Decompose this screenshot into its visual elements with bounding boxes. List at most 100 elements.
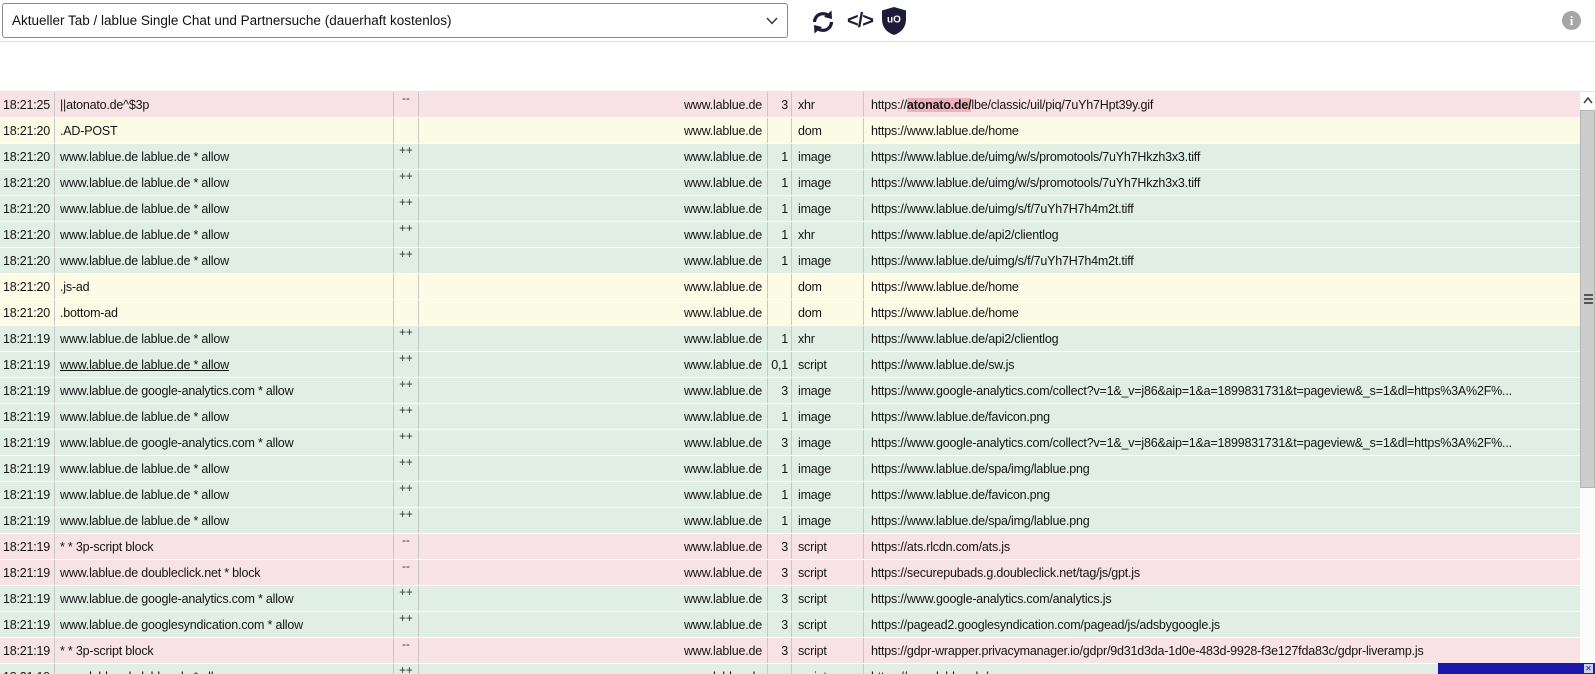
scrollbar-thumb[interactable] bbox=[1580, 110, 1595, 488]
cell-count: 1 bbox=[768, 144, 792, 169]
cell-filter: .js-ad bbox=[55, 274, 394, 299]
cell-url: https://www.google-analytics.com/collect… bbox=[864, 378, 1580, 403]
log-row[interactable]: 18:21:20www.lablue.de lablue.de * allow+… bbox=[0, 196, 1580, 222]
log-row[interactable]: 18:21:20.AD-POSTwww.lablue.dedomhttps://… bbox=[0, 118, 1580, 144]
cell-domain: www.lablue.de bbox=[419, 560, 768, 585]
cell-filter: www.lablue.de lablue.de * allow bbox=[55, 508, 394, 533]
cell-count: 3 bbox=[768, 430, 792, 455]
tab-selector[interactable]: Aktueller Tab / lablue Single Chat und P… bbox=[2, 3, 788, 38]
filter-rule-text: * * 3p-script block bbox=[60, 644, 153, 658]
cell-time: 18:21:25 bbox=[0, 92, 55, 117]
log-row[interactable]: 18:21:19www.lablue.de google-analytics.c… bbox=[0, 430, 1580, 456]
cell-time: 18:21:19 bbox=[0, 352, 55, 377]
url-prefix: https:// bbox=[871, 98, 907, 112]
log-row[interactable]: 18:21:19www.lablue.de googlesyndication.… bbox=[0, 612, 1580, 638]
cell-count: 1 bbox=[768, 508, 792, 533]
cell-indicator: -- bbox=[394, 534, 419, 559]
cell-url: https://www.google-analytics.com/analyti… bbox=[864, 586, 1580, 611]
cell-url: https://ats.rlcdn.com/ats.js bbox=[864, 534, 1580, 559]
cell-filter: www.lablue.de lablue.de * allow bbox=[55, 352, 394, 377]
cell-type: image bbox=[792, 378, 864, 403]
log-row[interactable]: 18:21:19www.lablue.de doubleclick.net * … bbox=[0, 560, 1580, 586]
cell-filter: www.lablue.de google-analytics.com * all… bbox=[55, 586, 394, 611]
log-row[interactable]: 18:21:19www.lablue.de lablue.de * allow+… bbox=[0, 404, 1580, 430]
log-rows: 18:21:25||atonato.de^$3p--www.lablue.de3… bbox=[0, 92, 1580, 674]
cell-url: https://atonato.de/lbe/classic/uil/piq/7… bbox=[864, 92, 1580, 117]
filter-rule-text: .js-ad bbox=[60, 280, 89, 294]
log-row[interactable]: 18:21:19www.lablue.de google-analytics.c… bbox=[0, 378, 1580, 404]
cell-filter: www.lablue.de googlesyndication.com * al… bbox=[55, 612, 394, 637]
cell-time: 18:21:20 bbox=[0, 248, 55, 273]
cell-type: script bbox=[792, 352, 864, 377]
cell-indicator: ++ bbox=[394, 352, 419, 377]
cell-indicator: -- bbox=[394, 92, 419, 117]
cell-filter: www.lablue.de google-analytics.com * all… bbox=[55, 378, 394, 403]
code-view-icon[interactable]: </> bbox=[844, 6, 876, 36]
log-row[interactable]: 18:21:20.js-adwww.lablue.dedomhttps://ww… bbox=[0, 274, 1580, 300]
log-row[interactable]: 18:21:19www.lablue.de lablue.de * allow+… bbox=[0, 508, 1580, 534]
cell-type: image bbox=[792, 430, 864, 455]
refresh-icon[interactable] bbox=[808, 7, 838, 37]
cell-indicator: ++ bbox=[394, 482, 419, 507]
cell-count: 1 bbox=[768, 196, 792, 221]
cell-count: 1 bbox=[768, 170, 792, 195]
log-row[interactable]: 18:21:19* * 3p-script block--www.lablue.… bbox=[0, 638, 1580, 664]
cell-domain: www.lablue.de bbox=[419, 378, 768, 403]
filter-rule-text: .AD-POST bbox=[60, 124, 117, 138]
cell-indicator: -- bbox=[394, 560, 419, 585]
notification-bar: ✕ bbox=[1438, 663, 1595, 674]
cell-count: 1 bbox=[768, 326, 792, 351]
log-row[interactable]: 18:21:19www.lablue.de lablue.de * allow+… bbox=[0, 326, 1580, 352]
log-row[interactable]: 18:21:25||atonato.de^$3p--www.lablue.de3… bbox=[0, 92, 1580, 118]
cell-filter: www.lablue.de google-analytics.com * all… bbox=[55, 430, 394, 455]
log-row[interactable]: 18:21:19www.lablue.de lablue.de * allow+… bbox=[0, 352, 1580, 378]
log-row[interactable]: 18:21:19* * 3p-script block--www.lablue.… bbox=[0, 534, 1580, 560]
filter-rule-text: www.lablue.de lablue.de * allow bbox=[60, 254, 229, 268]
log-row[interactable]: 18:21:20www.lablue.de lablue.de * allow+… bbox=[0, 170, 1580, 196]
log-row[interactable]: 18:21:19www.lablue.de google-analytics.c… bbox=[0, 586, 1580, 612]
filter-rule-text: www.lablue.de doubleclick.net * block bbox=[60, 566, 260, 580]
cell-count: 1 bbox=[768, 482, 792, 507]
cell-type: xhr bbox=[792, 92, 864, 117]
cell-time: 18:21:19 bbox=[0, 664, 55, 674]
cell-indicator: ++ bbox=[394, 378, 419, 403]
cell-count: 3 bbox=[768, 378, 792, 403]
cell-filter: www.lablue.de lablue.de * allow bbox=[55, 248, 394, 273]
cell-domain: www.lablue.de bbox=[419, 586, 768, 611]
cell-indicator bbox=[394, 274, 419, 299]
cell-indicator: ++ bbox=[394, 222, 419, 247]
scrollbar-up-icon[interactable] bbox=[1580, 92, 1595, 109]
log-row[interactable]: 18:21:19www.lablue.de lablue.de * allow+… bbox=[0, 482, 1580, 508]
cell-filter: * * 3p-script block bbox=[55, 534, 394, 559]
cell-time: 18:21:20 bbox=[0, 274, 55, 299]
cell-count: 0,1 bbox=[768, 352, 792, 377]
cell-domain: www.lablue.de bbox=[419, 118, 768, 143]
log-row[interactable]: 18:21:20www.lablue.de lablue.de * allow+… bbox=[0, 222, 1580, 248]
log-row[interactable]: 18:21:19www.lablue.de lablue.de * allow+… bbox=[0, 664, 1580, 674]
cell-indicator: -- bbox=[394, 638, 419, 663]
cell-count: 3 bbox=[768, 560, 792, 585]
cell-domain: www.lablue.de bbox=[419, 638, 768, 663]
filter-rule-text: www.lablue.de lablue.de * allow bbox=[60, 202, 229, 216]
filter-rule-text: www.lablue.de lablue.de * allow bbox=[60, 514, 229, 528]
ublock-shield-icon[interactable]: uO bbox=[880, 6, 908, 36]
log-row[interactable]: 18:21:20www.lablue.de lablue.de * allow+… bbox=[0, 144, 1580, 170]
close-icon[interactable]: ✕ bbox=[1584, 664, 1593, 673]
cell-domain: www.lablue.de bbox=[419, 144, 768, 169]
cell-indicator bbox=[394, 300, 419, 325]
cell-count: 3 bbox=[768, 638, 792, 663]
log-row[interactable]: 18:21:20.bottom-adwww.lablue.dedomhttps:… bbox=[0, 300, 1580, 326]
chevron-down-icon bbox=[766, 17, 778, 25]
vertical-scrollbar[interactable] bbox=[1580, 92, 1595, 674]
cell-count bbox=[768, 274, 792, 299]
log-row[interactable]: 18:21:19www.lablue.de lablue.de * allow+… bbox=[0, 456, 1580, 482]
log-row[interactable]: 18:21:20www.lablue.de lablue.de * allow+… bbox=[0, 248, 1580, 274]
info-icon[interactable]: i bbox=[1562, 11, 1581, 30]
filter-rule-text: .bottom-ad bbox=[60, 306, 118, 320]
cell-count: 3 bbox=[768, 534, 792, 559]
cell-filter: www.lablue.de lablue.de * allow bbox=[55, 222, 394, 247]
filter-rule-text: www.lablue.de lablue.de * allow bbox=[60, 488, 229, 502]
filter-rule-text: * * 3p-script block bbox=[60, 540, 153, 554]
cell-time: 18:21:20 bbox=[0, 170, 55, 195]
cell-domain: www.lablue.de bbox=[419, 456, 768, 481]
